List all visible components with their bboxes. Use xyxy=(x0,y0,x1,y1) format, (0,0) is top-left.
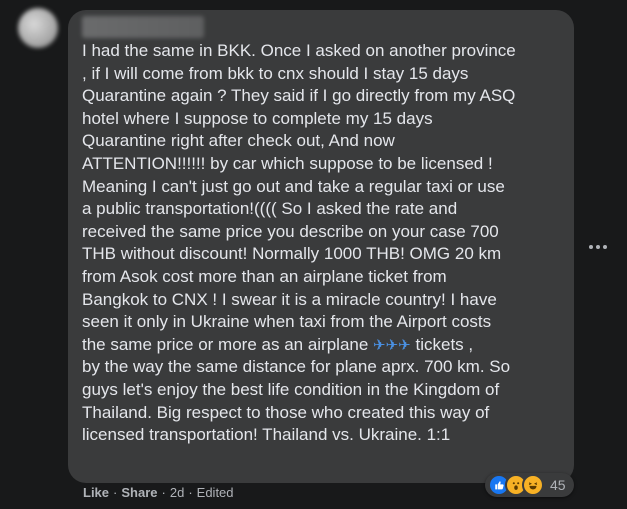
separator: · xyxy=(188,485,193,500)
separator: · xyxy=(113,485,118,500)
share-button[interactable]: Share xyxy=(121,485,157,500)
comment-text-part1: I had the same in BKK. Once I asked on a… xyxy=(82,41,516,354)
author-name-redacted[interactable] xyxy=(82,16,204,38)
like-button[interactable]: Like xyxy=(83,485,109,500)
edited-label[interactable]: Edited xyxy=(197,485,234,500)
reactions-summary[interactable]: 45 xyxy=(485,473,574,497)
dot-icon xyxy=(596,245,600,249)
comment-thread: I had the same in BKK. Once I asked on a… xyxy=(0,0,627,509)
airplane-emojis: ✈✈✈ xyxy=(373,335,411,354)
avatar[interactable] xyxy=(18,8,58,48)
dot-icon xyxy=(603,245,607,249)
reaction-count: 45 xyxy=(550,477,566,493)
comment-text: I had the same in BKK. Once I asked on a… xyxy=(82,40,560,447)
more-options-button[interactable] xyxy=(586,236,610,258)
dot-icon xyxy=(589,245,593,249)
haha-icon xyxy=(522,474,544,496)
comment-bubble: I had the same in BKK. Once I asked on a… xyxy=(68,10,574,483)
timestamp-link[interactable]: 2d xyxy=(170,485,184,500)
separator: · xyxy=(161,485,166,500)
comment-actions: Like · Share · 2d · Edited xyxy=(83,485,234,500)
